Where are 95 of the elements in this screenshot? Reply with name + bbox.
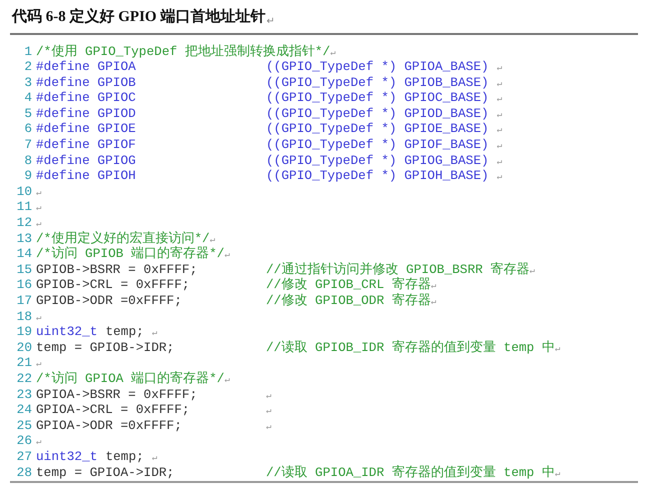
code-comment: //修改 GPIOB_ODR 寄存器 [266, 293, 431, 309]
code-text: GPIOA->ODR =0xFFFF; [36, 418, 182, 434]
line-number: 1 [23, 44, 33, 60]
code-text: temp = GPIOB->IDR; [36, 340, 174, 356]
line-number: 12 [16, 215, 33, 231]
paragraph-mark: ↵ [36, 219, 42, 230]
code-text: #define GPIOD [36, 106, 136, 122]
line-number: 19 [16, 324, 33, 340]
paragraph-mark: ↵ [530, 266, 535, 276]
paragraph-mark: ↵ [224, 374, 230, 385]
line-number: 23 [16, 386, 33, 402]
code-text: ((GPIO_TypeDef *) GPIOC_BASE) [266, 90, 489, 106]
paragraph-mark: ↵ [266, 422, 272, 432]
code-comment: /*访问 GPIOA 端口的寄存器*/ [36, 370, 224, 387]
paragraph-mark: ↵ [496, 125, 502, 136]
line-number: 28 [16, 464, 33, 480]
paragraph-mark: ↵ [36, 312, 42, 323]
line-number: 20 [16, 340, 33, 356]
code-text: uint32_t [36, 448, 98, 465]
line-number: 10 [16, 184, 33, 200]
code-text: #define GPIOA [36, 59, 136, 75]
line-number: 27 [16, 448, 33, 465]
line-number: 7 [23, 137, 33, 153]
code-text: GPIOB->BSRR = 0xFFFF; [36, 262, 198, 278]
code-text: #define GPIOE [36, 121, 136, 138]
code-text: GPIOB->CRL = 0xFFFF; [36, 277, 190, 293]
paragraph-mark: ↵ [330, 48, 336, 58]
paragraph-mark: ↵ [496, 141, 502, 152]
code-comment: /*使用定义好的宏直接访问*/ [36, 230, 210, 246]
code-text: #define GPIOH [36, 168, 136, 184]
code-text: #define GPIOG [36, 152, 136, 168]
line-number: 15 [16, 262, 33, 278]
line-number: 9 [23, 168, 33, 184]
line-number: 25 [16, 418, 33, 434]
paragraph-mark: ↵ [210, 234, 216, 245]
code-text: ((GPIO_TypeDef *) GPIOG_BASE) [266, 152, 489, 168]
code-text: ((GPIO_TypeDef *) GPIOD_BASE) [266, 106, 489, 122]
code-text: temp; [105, 448, 144, 465]
code-comment: /*访问 GPIOB 端口的寄存器*/ [36, 246, 224, 262]
line-number: 2 [23, 59, 33, 75]
paragraph-mark: ↵ [36, 188, 42, 198]
paragraph-mark: ↵ [152, 328, 158, 338]
code-text: temp; [105, 324, 144, 340]
paragraph-mark: ↵ [36, 437, 42, 448]
paragraph-mark: ↵ [496, 63, 502, 74]
code-text: GPIOA->CRL = 0xFFFF; [36, 402, 190, 418]
paragraph-mark: ↵ [36, 203, 42, 214]
paragraph-mark: ↵ [266, 390, 272, 401]
code-text: GPIOB->ODR =0xFFFF; [36, 293, 182, 309]
paragraph-mark: ↵ [430, 281, 436, 292]
paragraph-mark: ↵ [496, 156, 502, 167]
code-text: #define GPIOF [36, 137, 136, 153]
line-number: 26 [16, 433, 33, 449]
line-number: 4 [23, 90, 33, 106]
code-comment: //通过指针访问并修改 GPIOB_BSRR 寄存器 [266, 262, 530, 277]
paragraph-mark: ↵ [554, 344, 560, 354]
paragraph-mark: ↵ [36, 359, 42, 370]
line-number: 24 [16, 402, 33, 418]
paragraph-mark: ↵ [224, 250, 230, 260]
paragraph-mark: ↵ [496, 110, 502, 120]
paragraph-mark: ↵ [496, 172, 502, 182]
line-number: 18 [16, 308, 33, 324]
line-number: 6 [23, 121, 33, 138]
line-number: 8 [23, 152, 33, 168]
paragraph-mark: ↵ [152, 452, 158, 463]
line-number: 13 [16, 230, 33, 246]
paragraph-mark: ↵ [496, 94, 502, 104]
paragraph-mark: ↵ [266, 406, 272, 416]
code-text: #define GPIOC [36, 90, 136, 106]
line-number: 3 [23, 74, 33, 90]
code-text: GPIOA->BSRR = 0xFFFF; [36, 386, 198, 402]
line-number: 11 [16, 199, 33, 216]
paragraph-mark: ↵ [266, 14, 274, 28]
code-text: ((GPIO_TypeDef *) GPIOA_BASE) [266, 59, 489, 75]
paragraph-mark: ↵ [554, 468, 560, 479]
code-comment: /*使用 GPIO_TypeDef 把地址强制转换成指针*/ [36, 44, 330, 60]
code-text: ((GPIO_TypeDef *) GPIOE_BASE) [266, 121, 489, 138]
code-text: ((GPIO_TypeDef *) GPIOH_BASE) [266, 168, 489, 184]
paragraph-mark: ↵ [430, 297, 436, 307]
code-text: uint32_t [36, 324, 98, 340]
code-text: #define GPIOB [36, 74, 136, 90]
code-text: ((GPIO_TypeDef *) GPIOB_BASE) [266, 74, 489, 90]
code-comment: //修改 GPIOB_CRL 寄存器 [266, 277, 431, 293]
line-number: 17 [16, 293, 33, 309]
code-text: ((GPIO_TypeDef *) GPIOF_BASE) [266, 137, 489, 153]
line-number: 21 [16, 355, 33, 371]
line-number: 22 [16, 370, 33, 387]
code-text: temp = GPIOA->IDR; [36, 464, 174, 480]
line-number: 14 [16, 246, 33, 262]
listing-caption: 代码 6-8 定义好 GPIO 端口首地址址针 [10, 7, 266, 27]
paragraph-mark: ↵ [496, 78, 502, 89]
code-comment: //读取 GPIOB_IDR 寄存器的值到变量 temp 中 [266, 340, 555, 356]
line-number: 16 [16, 277, 33, 293]
code-comment: //读取 GPIOA_IDR 寄存器的值到变量 temp 中 [266, 464, 555, 480]
line-number: 5 [23, 106, 33, 122]
